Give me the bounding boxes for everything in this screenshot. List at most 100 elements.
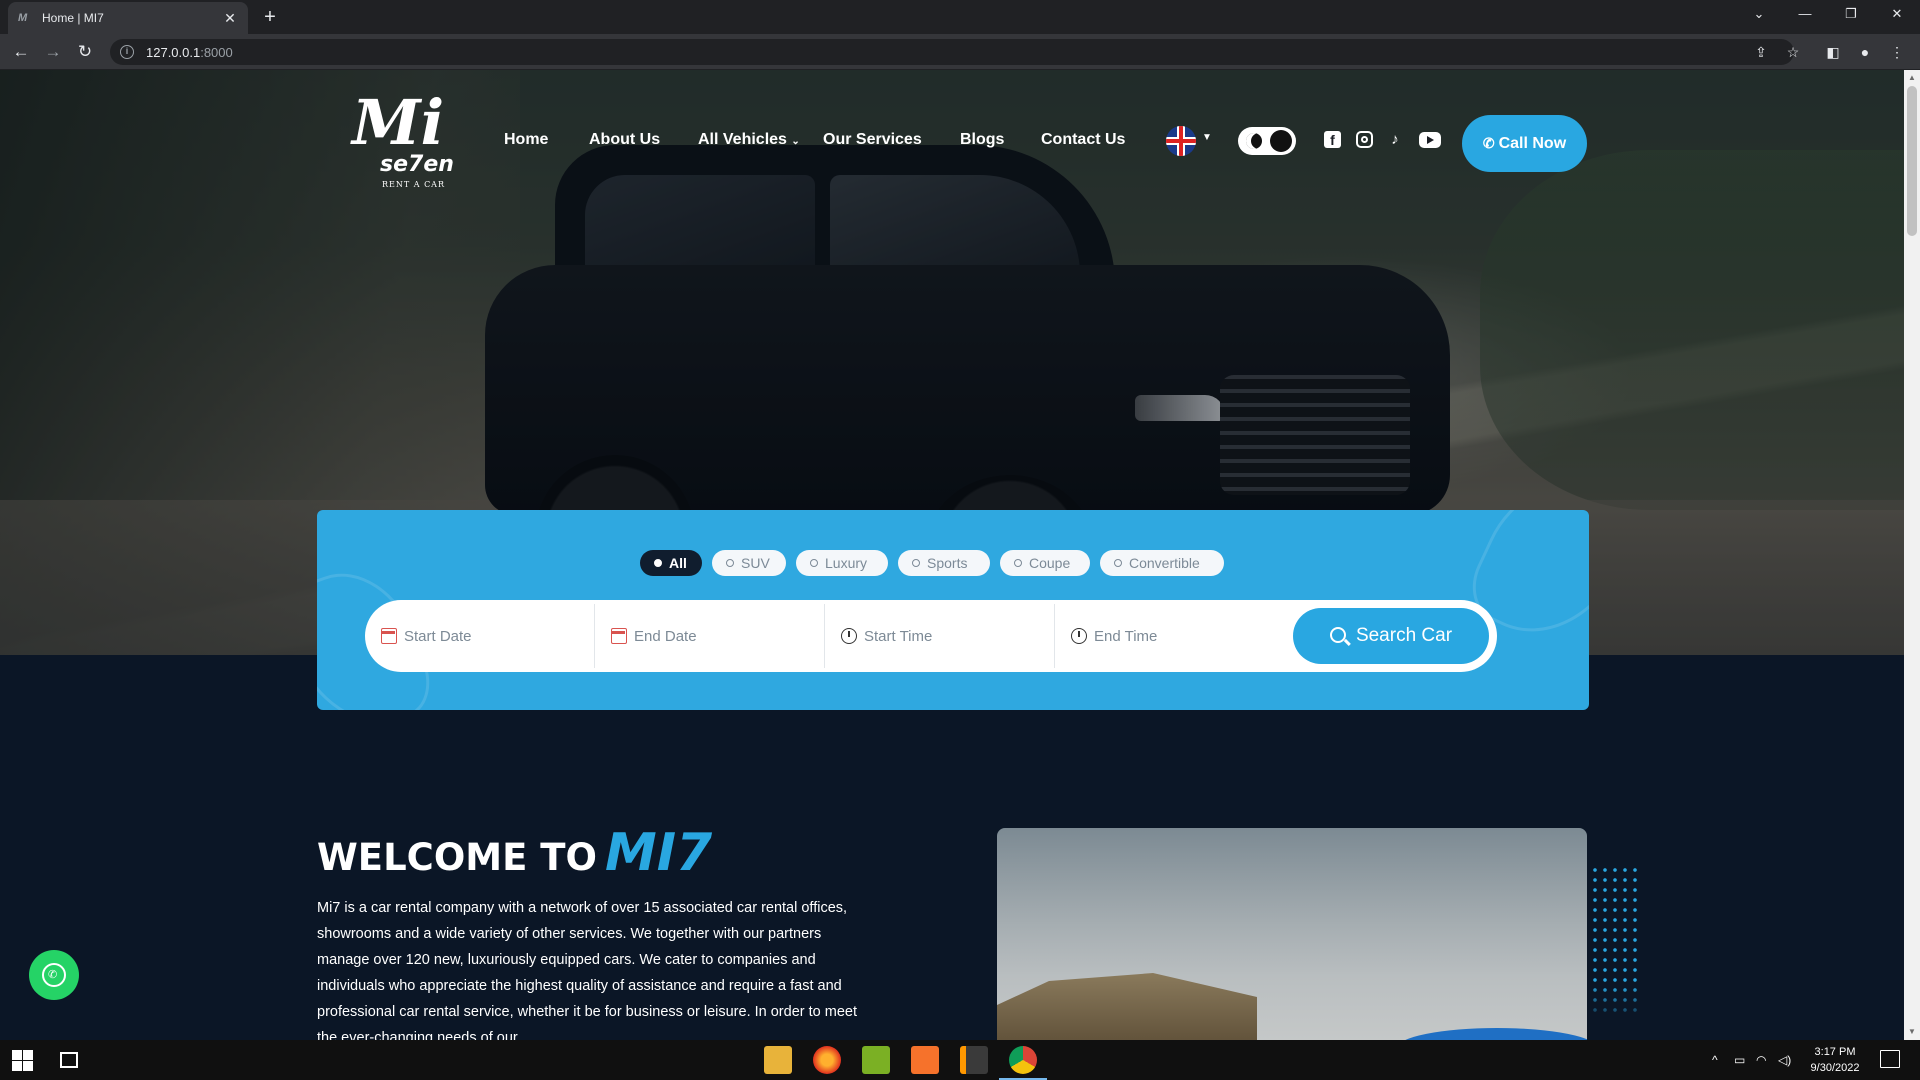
youtube-icon[interactable]: [1419, 132, 1441, 148]
nav-contact-us[interactable]: Contact Us: [1041, 130, 1125, 150]
nav-all-vehicles[interactable]: All Vehicles ⌄: [698, 130, 800, 152]
tray-chevron-icon[interactable]: ^: [1712, 1040, 1718, 1080]
chevron-down-icon: ⌄: [791, 136, 800, 147]
windows-start-icon[interactable]: [12, 1048, 36, 1072]
call-now-button[interactable]: ✆ Call Now: [1462, 115, 1587, 172]
nav-our-services[interactable]: Our Services: [823, 130, 922, 150]
bookmark-star-icon[interactable]: ☆: [1784, 43, 1802, 61]
nav-blogs[interactable]: Blogs: [960, 130, 1004, 150]
network-icon[interactable]: ◠: [1756, 1040, 1766, 1080]
start-time-field[interactable]: Start Time: [825, 604, 1055, 668]
search-car-label: Search Car: [1355, 625, 1453, 646]
browser-tab[interactable]: M Home | MI7 ✕: [8, 2, 248, 34]
filter-label: Convertible: [1129, 555, 1200, 571]
filter-label: Coupe: [1029, 555, 1071, 571]
start-date-field[interactable]: Start Date: [365, 604, 595, 668]
filter-label: Sports: [927, 555, 968, 571]
filter-all[interactable]: All: [640, 550, 702, 576]
scrollbar-thumb[interactable]: [1907, 86, 1917, 236]
tool-app-icon[interactable]: [862, 1046, 890, 1074]
end-date-field[interactable]: End Date: [595, 604, 825, 668]
scroll-up-icon[interactable]: ▲: [1904, 70, 1920, 86]
toggle-knob: [1270, 130, 1292, 152]
firefox-icon[interactable]: [813, 1046, 841, 1074]
calendar-icon: [381, 628, 397, 644]
address-bar[interactable]: i 127.0.0.1:8000: [110, 39, 1794, 65]
language-selector[interactable]: ▼: [1166, 126, 1214, 156]
back-icon[interactable]: ←: [8, 40, 34, 64]
clock-icon: [841, 628, 857, 644]
logo-tagline: RENT A CAR: [382, 180, 445, 189]
site-logo[interactable]: Mi se7en RENT A CAR: [352, 92, 454, 192]
phone-icon: ✆: [1482, 135, 1495, 151]
filter-label: All: [669, 555, 687, 571]
task-view-icon[interactable]: [60, 1052, 78, 1068]
browser-menu-icon[interactable]: ⋮: [1888, 43, 1906, 61]
start-date-placeholder: Start Date: [404, 627, 472, 645]
chevron-down-icon: ▼: [1202, 132, 1212, 143]
restore-icon[interactable]: ❐: [1828, 0, 1874, 28]
logo-seven: se7en: [380, 152, 454, 177]
welcome-car-photo: [997, 828, 1587, 1040]
share-icon[interactable]: ⇪: [1752, 43, 1770, 61]
welcome-heading-prefix: WELCOME TO: [317, 836, 597, 879]
moon-icon: [1246, 133, 1262, 149]
filter-label: SUV: [741, 555, 770, 571]
window-close-icon[interactable]: ✕: [1874, 0, 1920, 28]
system-clock[interactable]: 3:17 PM 9/30/2022: [1800, 1044, 1870, 1076]
welcome-heading-brand: MI7: [604, 823, 713, 883]
profile-icon[interactable]: ●: [1856, 43, 1874, 61]
side-panel-icon[interactable]: ◧: [1824, 43, 1842, 61]
welcome-paragraph: Mi7 is a car rental company with a netwo…: [317, 900, 857, 1040]
nav-all-vehicles-label: All Vehicles: [698, 131, 787, 148]
end-time-placeholder: End Time: [1094, 627, 1158, 645]
nav-home[interactable]: Home: [504, 130, 548, 150]
call-now-label: Call Now: [1498, 135, 1567, 152]
scroll-down-icon[interactable]: ▼: [1904, 1024, 1920, 1040]
whatsapp-button[interactable]: ✆: [29, 950, 79, 1000]
forward-icon[interactable]: →: [40, 40, 66, 64]
chrome-icon[interactable]: [999, 1046, 1047, 1080]
tab-title: Home | MI7: [42, 11, 104, 25]
tiktok-icon[interactable]: ♪: [1384, 129, 1406, 151]
reload-icon[interactable]: ↻: [72, 40, 98, 64]
car-search-panel: All SUV Luxury Sports Coupe Convertible …: [317, 510, 1589, 710]
site-info-icon[interactable]: i: [120, 45, 134, 59]
nav-about-us[interactable]: About Us: [589, 130, 660, 150]
instagram-icon[interactable]: [1356, 131, 1373, 148]
filter-sports[interactable]: Sports: [898, 550, 990, 576]
calendar-icon: [611, 628, 627, 644]
search-icon: [1329, 627, 1346, 643]
clock-time: 3:17 PM: [1814, 1046, 1856, 1058]
end-date-placeholder: End Date: [634, 627, 697, 645]
meet-now-icon[interactable]: ▭: [1734, 1040, 1745, 1080]
tab-close-icon[interactable]: ✕: [222, 10, 238, 26]
filter-suv[interactable]: SUV: [712, 550, 786, 576]
welcome-heading: WELCOME TO MI7: [317, 827, 712, 883]
filter-coupe[interactable]: Coupe: [1000, 550, 1090, 576]
url-port: :8000: [200, 44, 233, 60]
page-scrollbar[interactable]: ▲ ▼: [1904, 70, 1920, 1040]
url-host: 127.0.0.1: [146, 44, 201, 60]
search-car-button[interactable]: Search Car: [1293, 608, 1489, 664]
facebook-icon[interactable]: f: [1324, 131, 1341, 148]
file-explorer-icon[interactable]: [764, 1046, 792, 1074]
browser-toolbar: ← → ↻ i 127.0.0.1:8000 ⇪ ☆ ◧ ● ⋮: [0, 34, 1920, 70]
volume-icon[interactable]: ◁): [1778, 1040, 1791, 1080]
new-tab-icon[interactable]: +: [258, 6, 282, 30]
phone-icon: ✆: [48, 969, 58, 981]
sublime-text-icon[interactable]: [960, 1046, 988, 1074]
windows-taskbar: ^ ▭ ◠ ◁) 3:17 PM 9/30/2022: [0, 1040, 1920, 1080]
minimize-icon[interactable]: —: [1782, 0, 1828, 28]
filter-luxury[interactable]: Luxury: [796, 550, 888, 576]
xampp-icon[interactable]: [911, 1046, 939, 1074]
tab-search-icon[interactable]: ⌄: [1736, 0, 1782, 28]
filter-label: Luxury: [825, 555, 868, 571]
filter-convertible[interactable]: Convertible: [1100, 550, 1224, 576]
site-favicon-icon: M: [18, 12, 28, 24]
end-time-field[interactable]: End Time: [1055, 604, 1285, 668]
clock-icon: [1071, 628, 1087, 644]
search-form: Start Date End Date Start Time End Time …: [365, 600, 1497, 672]
theme-toggle[interactable]: [1238, 127, 1296, 155]
notifications-icon[interactable]: [1880, 1050, 1900, 1068]
